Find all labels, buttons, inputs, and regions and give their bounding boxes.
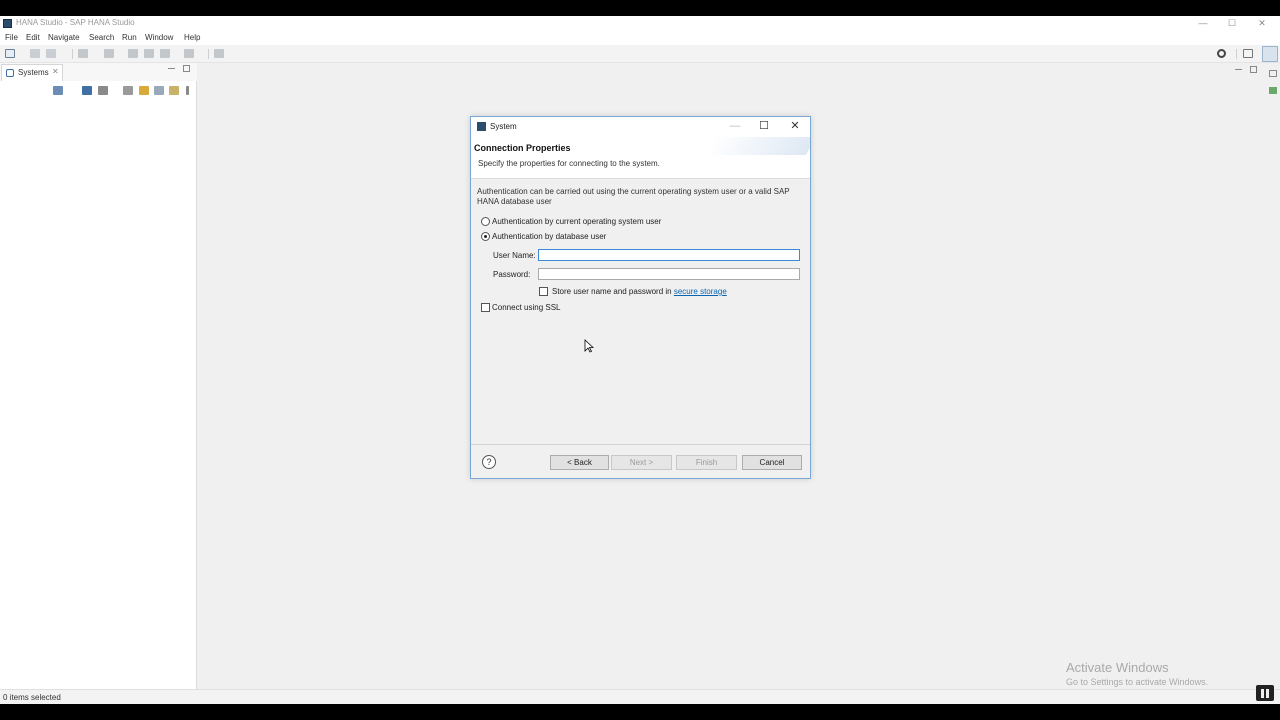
systems-view-toolbar <box>0 82 197 100</box>
restore-icon[interactable] <box>1269 70 1277 77</box>
next-annotation-icon[interactable] <box>78 49 88 58</box>
radio-database-user[interactable] <box>481 232 490 241</box>
back-button[interactable]: < Back <box>550 455 609 470</box>
finish-button[interactable]: Finish <box>676 455 737 470</box>
window-title: HANA Studio - SAP HANA Studio <box>16 18 135 27</box>
menu-navigate[interactable]: Navigate <box>48 33 80 42</box>
menu-file[interactable]: File <box>5 33 18 42</box>
new-icon[interactable] <box>5 49 15 58</box>
menu-window[interactable]: Window <box>145 33 173 42</box>
maximize-editor-icon[interactable] <box>1250 66 1257 73</box>
cancel-button[interactable]: Cancel <box>742 455 802 470</box>
status-text: 0 items selected <box>3 693 61 702</box>
maximize-view-icon[interactable] <box>183 65 190 72</box>
window-titlebar: HANA Studio - SAP HANA Studio — ☐ ✕ <box>0 16 1280 31</box>
connect-ssl-label[interactable]: Connect using SSL <box>492 303 561 312</box>
hana-perspective-icon[interactable] <box>1262 46 1278 62</box>
pause-icon <box>1266 689 1269 698</box>
systems-view-tabbar: Systems ✕ <box>0 63 197 81</box>
systems-icon <box>6 69 14 77</box>
user-name-input[interactable] <box>538 249 800 261</box>
toolbar-separator <box>1236 49 1237 59</box>
radio-database-user-label[interactable]: Authentication by database user <box>492 232 606 241</box>
dialog-description: Specify the properties for connecting to… <box>478 159 660 168</box>
previous-annotation-icon[interactable] <box>104 49 114 58</box>
add-system-icon[interactable] <box>53 86 63 95</box>
main-toolbar <box>0 45 1280 63</box>
dialog-maximize-button[interactable]: ☐ <box>757 120 771 134</box>
dialog-header: Connection Properties Specify the proper… <box>471 137 810 179</box>
menu-help[interactable]: Help <box>184 33 200 42</box>
folder-icon[interactable] <box>139 86 149 95</box>
search-icon[interactable] <box>1217 49 1226 58</box>
dialog-heading: Connection Properties <box>474 143 571 153</box>
app-icon <box>3 19 12 28</box>
view-menu-icon[interactable] <box>186 86 189 95</box>
forward-edit-icon[interactable] <box>144 49 154 58</box>
user-name-label: User Name: <box>493 251 536 260</box>
connect-ssl-checkbox[interactable] <box>481 303 490 312</box>
authentication-description: Authentication can be carried out using … <box>477 187 790 206</box>
activation-watermark-title: Activate Windows <box>1066 660 1169 675</box>
tab-systems-label: Systems <box>18 68 49 77</box>
header-banner-graphic <box>705 137 810 155</box>
save-all-icon[interactable] <box>46 49 56 58</box>
dialog-titlebar: System — ☐ ✕ <box>471 117 810 137</box>
store-credentials-label: Store user name and password in secure s… <box>552 287 727 296</box>
save-icon[interactable] <box>30 49 40 58</box>
sql-console-icon[interactable] <box>123 86 133 95</box>
toolbar-separator <box>72 49 73 59</box>
dialog-footer: ? < Back Next > Finish Cancel <box>471 444 810 478</box>
window-close-button[interactable]: ✕ <box>1255 17 1269 29</box>
collapse-all-icon[interactable] <box>154 86 164 95</box>
dialog-title: System <box>490 122 517 131</box>
mouse-cursor-icon <box>584 339 594 353</box>
menu-edit[interactable]: Edit <box>26 33 40 42</box>
recorder-pause-button[interactable] <box>1256 685 1274 701</box>
pin-editor-icon[interactable] <box>214 49 224 58</box>
window-minimize-button[interactable]: — <box>1196 17 1210 29</box>
systems-view: Systems ✕ <box>0 63 197 689</box>
toolbar-separator <box>208 49 209 59</box>
window-restore-button[interactable]: ☐ <box>1225 17 1239 29</box>
menu-bar: File Edit Navigate Search Run Window Hel… <box>0 31 1280 45</box>
open-perspective-icon[interactable] <box>1243 49 1253 58</box>
radio-os-user-label[interactable]: Authentication by current operating syst… <box>492 217 661 226</box>
store-credentials-checkbox[interactable] <box>539 287 548 296</box>
right-trim-stack <box>1265 63 1280 689</box>
status-bar: 0 items selected <box>0 689 1280 704</box>
dialog-app-icon <box>477 122 486 131</box>
help-icon[interactable]: ? <box>482 455 496 469</box>
password-label: Password: <box>493 270 531 279</box>
system-dialog: System — ☐ ✕ Connection Properties Speci… <box>470 116 811 479</box>
back-icon[interactable] <box>160 49 170 58</box>
trim-view-icon[interactable] <box>1269 87 1277 94</box>
menu-search[interactable]: Search <box>89 33 114 42</box>
filter-icon[interactable] <box>98 86 108 95</box>
dialog-close-button[interactable]: ✕ <box>788 120 802 134</box>
minimize-view-icon[interactable] <box>168 68 175 69</box>
secure-storage-link[interactable]: secure storage <box>674 287 727 296</box>
last-edit-icon[interactable] <box>128 49 138 58</box>
next-button[interactable]: Next > <box>611 455 672 470</box>
pause-icon <box>1261 689 1264 698</box>
dialog-minimize-button[interactable]: — <box>728 120 742 134</box>
link-with-editor-icon[interactable] <box>169 86 179 95</box>
minimize-editor-icon[interactable] <box>1235 69 1242 70</box>
radio-os-user[interactable] <box>481 217 490 226</box>
forward-icon[interactable] <box>184 49 194 58</box>
tab-systems[interactable]: Systems ✕ <box>1 64 63 81</box>
menu-run[interactable]: Run <box>122 33 137 42</box>
close-icon[interactable]: ✕ <box>52 67 59 76</box>
activation-watermark-subtitle: Go to Settings to activate Windows. <box>1066 677 1209 687</box>
refresh-icon[interactable] <box>82 86 92 95</box>
store-credentials-text: Store user name and password in <box>552 287 674 296</box>
password-input[interactable] <box>538 268 800 280</box>
